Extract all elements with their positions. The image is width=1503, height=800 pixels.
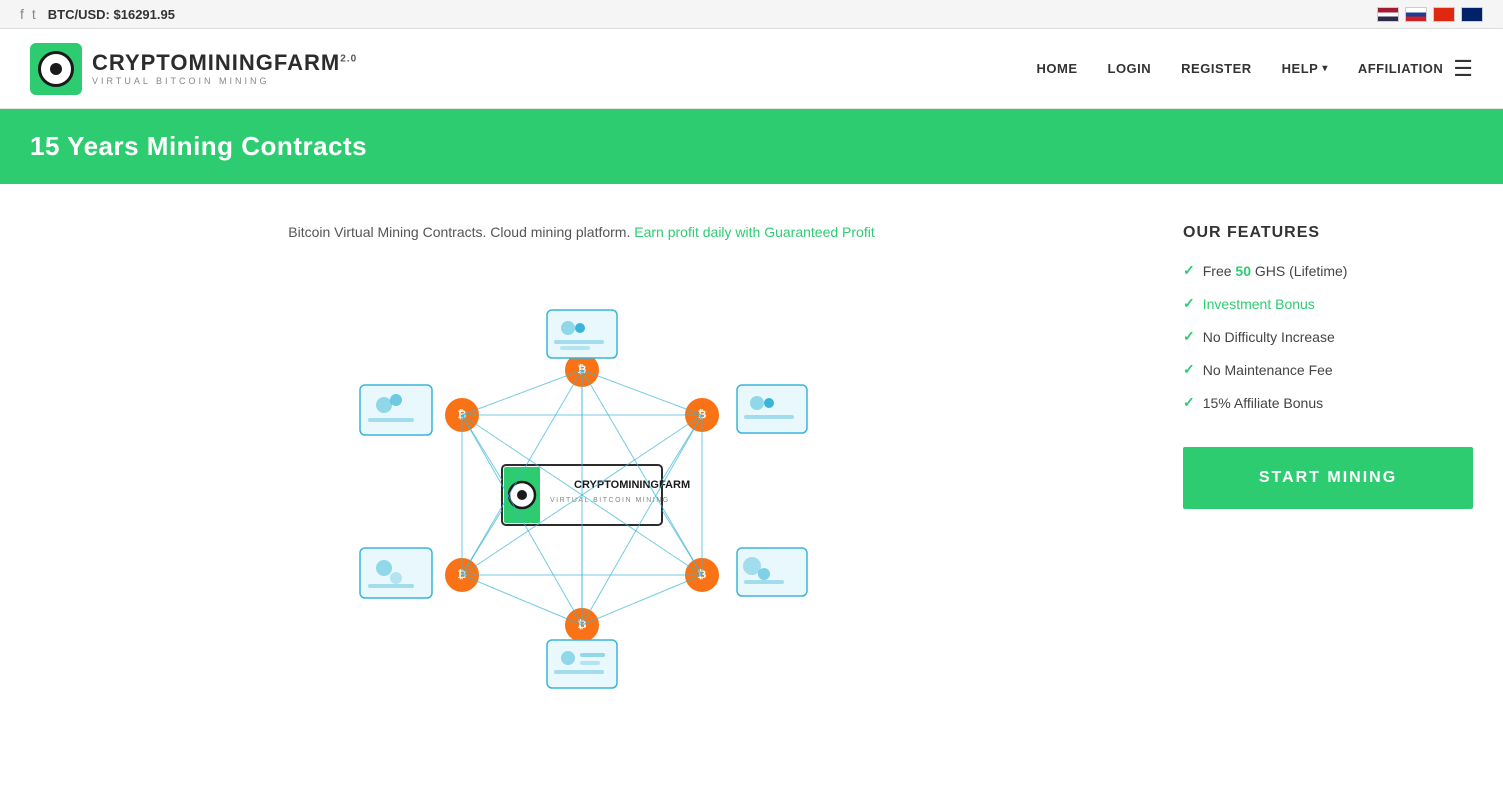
nav-links: HOME LOGIN REGISTER HELP ▾ AFFILIATION bbox=[1037, 60, 1444, 78]
logo-area: CRYPTOMININGFARM2.0 VIRTUAL BITCOIN MINI… bbox=[30, 43, 357, 95]
nav-item-home[interactable]: HOME bbox=[1037, 60, 1078, 78]
network-diagram: CRYPTOMININGFARM VIRTUAL BITCOIN MINING … bbox=[332, 270, 832, 690]
feature-text-4: No Maintenance Fee bbox=[1203, 362, 1333, 378]
logo-dot bbox=[50, 63, 62, 75]
check-icon-5: ✓ bbox=[1183, 394, 1195, 411]
flag-china[interactable] bbox=[1433, 7, 1455, 22]
check-icon-1: ✓ bbox=[1183, 262, 1195, 279]
social-icons: f t bbox=[20, 6, 36, 22]
card-top bbox=[547, 310, 617, 358]
chevron-down-icon: ▾ bbox=[1322, 63, 1328, 74]
main-content: Bitcoin Virtual Mining Contracts. Cloud … bbox=[0, 184, 1503, 784]
tagline: Bitcoin Virtual Mining Contracts. Cloud … bbox=[288, 224, 874, 240]
feature-free-ghs: ✓ Free 50 GHS (Lifetime) bbox=[1183, 262, 1473, 279]
facebook-icon[interactable]: f bbox=[20, 6, 24, 22]
features-panel: OUR FEATURES ✓ Free 50 GHS (Lifetime) ✓ … bbox=[1163, 184, 1503, 784]
check-icon-3: ✓ bbox=[1183, 328, 1195, 345]
check-icon-2: ✓ bbox=[1183, 295, 1195, 312]
feature-text-1: Free 50 GHS (Lifetime) bbox=[1203, 263, 1348, 279]
feature-no-difficulty: ✓ No Difficulty Increase bbox=[1183, 328, 1473, 345]
feature-no-maintenance: ✓ No Maintenance Fee bbox=[1183, 361, 1473, 378]
logo-inner-ring bbox=[38, 51, 74, 87]
features-title: OUR FEATURES bbox=[1183, 224, 1473, 242]
hamburger-menu-icon[interactable]: ☰ bbox=[1453, 56, 1473, 82]
center-logo-dot bbox=[517, 490, 527, 500]
start-mining-button[interactable]: START MINING bbox=[1183, 447, 1473, 509]
flags bbox=[1377, 7, 1483, 22]
feature-affiliate-bonus: ✓ 15% Affiliate Bonus bbox=[1183, 394, 1473, 411]
logo-text: CRYPTOMININGFARM2.0 VIRTUAL BITCOIN MINI… bbox=[92, 52, 357, 86]
flag-uk[interactable] bbox=[1461, 7, 1483, 22]
logo-sub-text: VIRTUAL BITCOIN MINING bbox=[92, 76, 357, 86]
diagram-area: Bitcoin Virtual Mining Contracts. Cloud … bbox=[0, 184, 1163, 784]
flag-thailand[interactable] bbox=[1377, 7, 1399, 22]
logo-main-text: CRYPTOMININGFARM2.0 bbox=[92, 52, 357, 74]
feature-text-5: 15% Affiliate Bonus bbox=[1203, 395, 1323, 411]
feature-text-2: Investment Bonus bbox=[1203, 296, 1315, 312]
nav-item-help[interactable]: HELP ▾ bbox=[1282, 61, 1328, 76]
feature-text-3: No Difficulty Increase bbox=[1203, 329, 1335, 345]
navbar: CRYPTOMININGFARM2.0 VIRTUAL BITCOIN MINI… bbox=[0, 29, 1503, 109]
nav-item-login[interactable]: LOGIN bbox=[1108, 60, 1152, 78]
btc-price: BTC/USD: $16291.95 bbox=[48, 7, 175, 22]
page-title: 15 Years Mining Contracts bbox=[30, 131, 1473, 162]
nav-item-register[interactable]: REGISTER bbox=[1181, 60, 1251, 78]
card-left-top bbox=[360, 385, 432, 435]
twitter-icon[interactable]: t bbox=[32, 6, 36, 22]
tagline-highlight: Earn profit daily with Guaranteed Profit bbox=[634, 224, 874, 240]
feature-investment-bonus: ✓ Investment Bonus bbox=[1183, 295, 1473, 312]
logo-icon bbox=[30, 43, 82, 95]
network-svg: CRYPTOMININGFARM VIRTUAL BITCOIN MINING … bbox=[332, 270, 832, 690]
nav-item-affiliation[interactable]: AFFILIATION bbox=[1358, 60, 1443, 78]
check-icon-4: ✓ bbox=[1183, 361, 1195, 378]
top-bar: f t BTC/USD: $16291.95 bbox=[0, 0, 1503, 29]
card-right-top bbox=[737, 385, 807, 433]
page-banner: 15 Years Mining Contracts bbox=[0, 109, 1503, 184]
flag-russia[interactable] bbox=[1405, 7, 1427, 22]
